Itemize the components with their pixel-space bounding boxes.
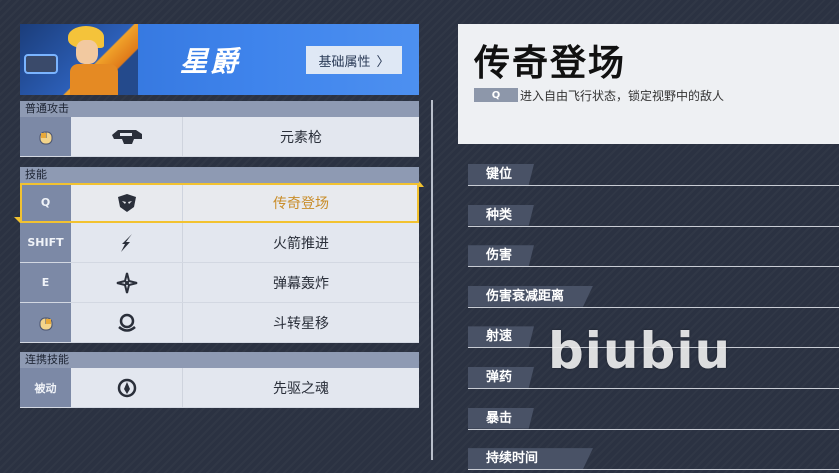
skill-name: 元素枪: [280, 129, 322, 146]
stat-row: 键位: [458, 164, 839, 205]
combo-section: 连携技能 被动 先驱之魂: [20, 352, 419, 408]
base-attributes-button[interactable]: 基础属性 〉: [306, 46, 402, 74]
skill-row-element-gun[interactable]: 元素枪: [20, 117, 419, 157]
stat-label: 暴击: [468, 407, 534, 429]
stat-label: 种类: [468, 204, 534, 226]
skill-name: 传奇登场: [273, 195, 329, 212]
skill-name: 火箭推进: [273, 235, 329, 252]
mouse-icon: [20, 117, 71, 156]
skill-row-barrage[interactable]: E 弹幕轰炸: [20, 263, 419, 303]
stat-list: 键位 种类 伤害 伤害衰减距离 射速 弹药 暴击 持续时间: [458, 144, 839, 473]
stat-row: 伤害衰减距离: [458, 285, 839, 327]
base-attributes-label: 基础属性: [318, 54, 371, 70]
key-label: SHIFT: [20, 223, 71, 262]
chevron-right-icon: 〉: [376, 54, 390, 70]
skill-row-pioneer-spirit[interactable]: 被动 先驱之魂: [20, 368, 419, 408]
rocket-boost-icon: [71, 223, 183, 262]
normal-attack-section: 普通攻击 元素枪: [20, 101, 419, 157]
key-label: Q: [20, 183, 71, 222]
element-gun-icon: [71, 117, 183, 156]
skill-description-box: 传奇登场 Q 进入自由飞行状态，锁定视野中的敌人: [458, 24, 839, 144]
stat-row: 伤害: [458, 245, 839, 286]
watermark: biubiu: [548, 322, 732, 380]
stat-label: 射速: [468, 326, 534, 348]
skill-name: 斗转星移: [273, 315, 329, 332]
hero-portrait: [20, 24, 138, 95]
hero-name: 星爵: [180, 45, 241, 78]
spirit-icon: [71, 368, 183, 407]
key-label: 被动: [20, 368, 71, 407]
mouse-icon: [20, 303, 71, 342]
section-title: 普通攻击: [20, 101, 419, 117]
mask-icon: [71, 183, 183, 222]
key-label: E: [20, 263, 71, 302]
stat-label: 弹药: [468, 366, 534, 388]
skill-row-rocket-boost[interactable]: SHIFT 火箭推进: [20, 223, 419, 263]
stat-row: 暴击: [458, 407, 839, 449]
skill-row-legendary-entrance[interactable]: Q 传奇登场: [14, 181, 424, 223]
stat-label: 伤害衰减距离: [468, 285, 593, 307]
skill-name: 先驱之魂: [273, 380, 329, 397]
stat-label: 键位: [468, 164, 534, 185]
skills-section: 技能 Q 传奇登场 SHIFT 火箭推进 E 弹幕轰炸 斗转星移: [14, 167, 424, 343]
stat-row: 持续时间: [458, 448, 839, 473]
barrage-icon: [71, 263, 183, 302]
stat-row: 种类: [458, 204, 839, 246]
hero-banner: 星爵 基础属性 〉: [20, 24, 419, 95]
stat-label: 伤害: [468, 245, 534, 267]
skill-row-orbit[interactable]: 斗转星移: [20, 303, 419, 343]
skill-detail-panel: 传奇登场 Q 进入自由飞行状态，锁定视野中的敌人 键位 种类 伤害 伤害衰减距离…: [458, 24, 839, 473]
skill-name: 弹幕轰炸: [273, 275, 329, 292]
skill-list-panel: 星爵 基础属性 〉 普通攻击 元素枪 技能 Q 传奇登场 SHIFT 火箭推进 …: [14, 24, 424, 408]
skill-description: 进入自由飞行状态，锁定视野中的敌人: [520, 89, 725, 103]
orbit-icon: [71, 303, 183, 342]
skill-key-tag: Q: [474, 88, 518, 102]
skill-title: 传奇登场: [474, 43, 627, 84]
section-title: 技能: [20, 167, 419, 183]
section-title: 连携技能: [20, 352, 419, 368]
stat-label: 持续时间: [468, 448, 593, 470]
panel-divider: [431, 100, 433, 460]
